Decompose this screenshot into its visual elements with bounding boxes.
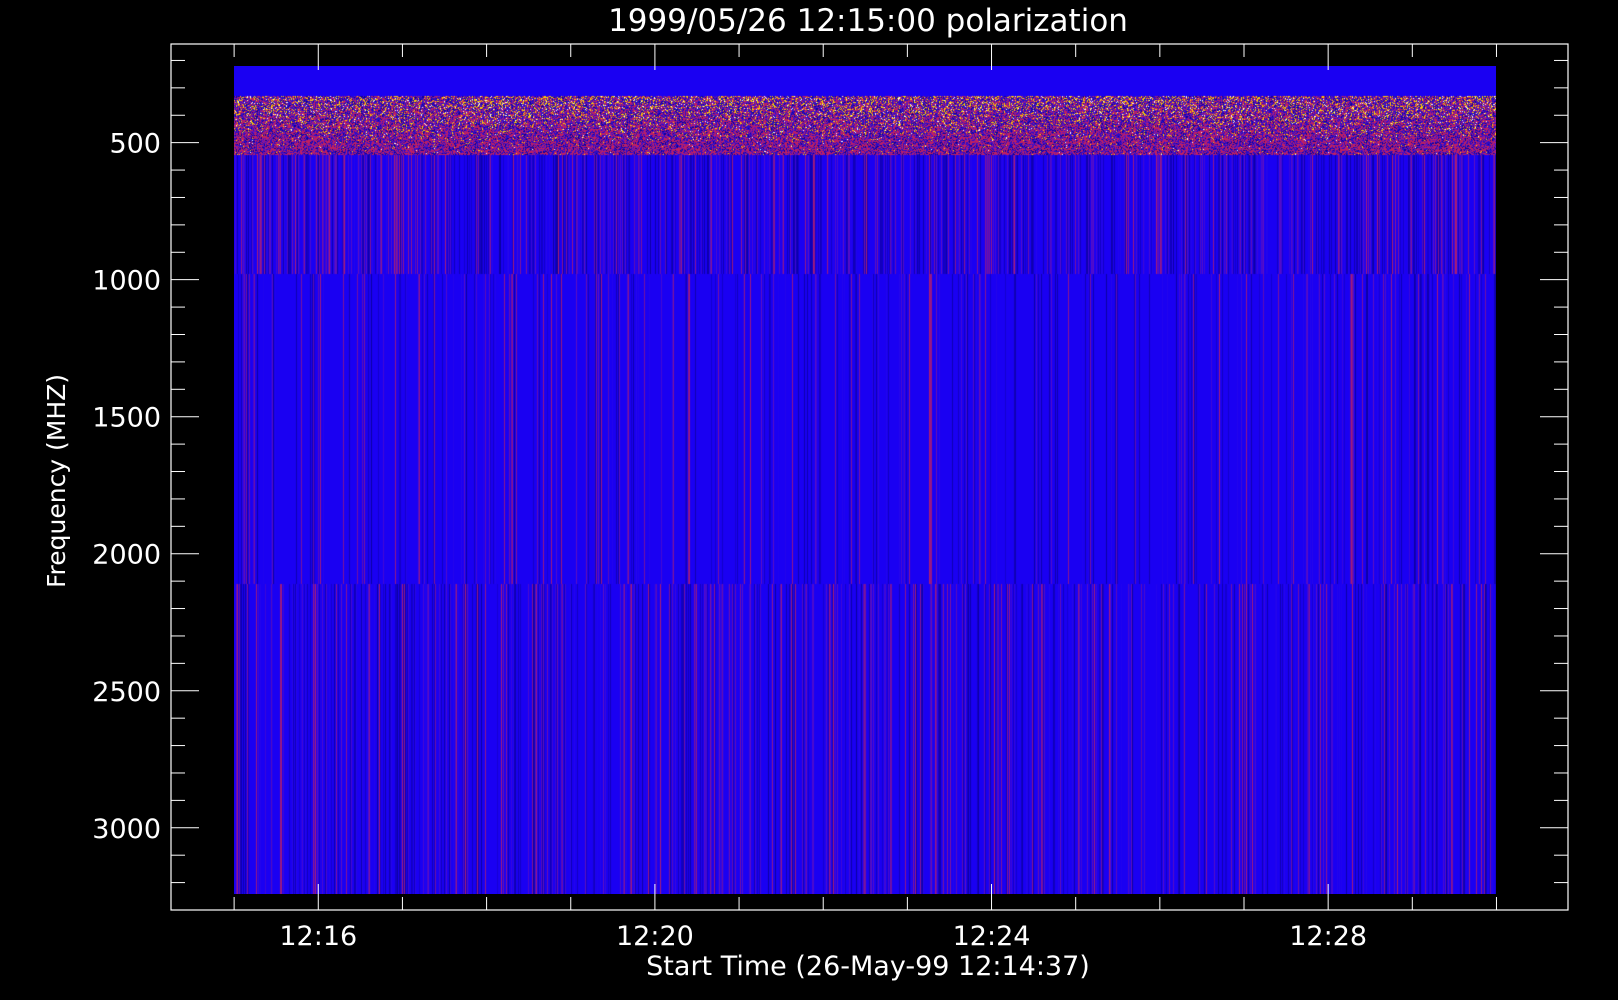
x-tick-label: 12:16 bbox=[279, 921, 357, 952]
y-tick-label: 1000 bbox=[92, 266, 161, 297]
spectrogram-cells bbox=[234, 66, 1496, 894]
y-tick-label: 500 bbox=[109, 129, 161, 160]
chart-title: 1999/05/26 12:15:00 polarization bbox=[608, 3, 1128, 39]
y-axis-label: Frequency (MHZ) bbox=[42, 374, 71, 588]
x-tick-label: 12:20 bbox=[616, 921, 694, 952]
y-tick-label: 1500 bbox=[92, 403, 161, 434]
spectrogram-chart: 500 1000 1500 2000 2500 3000 12:16 12:20 12:24 12… bbox=[0, 0, 1618, 1000]
y-tick-label: 2000 bbox=[92, 540, 161, 571]
x-tick-label: 12:28 bbox=[1289, 921, 1367, 952]
y-tick-label: 3000 bbox=[92, 814, 161, 845]
y-tick-label: 2500 bbox=[92, 677, 161, 708]
heatmap-image bbox=[234, 66, 1496, 894]
x-tick-label: 12:24 bbox=[953, 921, 1031, 952]
x-axis-label: Start Time (26-May-99 12:14:37) bbox=[646, 951, 1090, 982]
